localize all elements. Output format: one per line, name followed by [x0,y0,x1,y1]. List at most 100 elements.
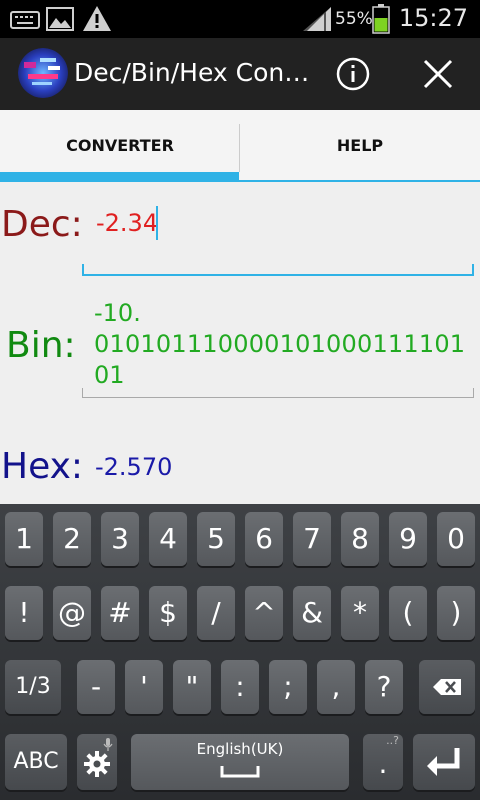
key-label: 8 [351,522,369,555]
close-button[interactable] [416,52,460,96]
key-period[interactable]: ..? . [363,734,403,790]
key-question[interactable]: ? [365,660,403,714]
settings-key[interactable] [77,734,117,790]
key-label: / [211,596,221,629]
bin-input[interactable]: -10. 0101011100001010001111​01 01 [82,294,474,400]
key-close-paren[interactable]: ) [437,586,475,640]
bin-label: Bin: [6,325,76,366]
key-ampersand[interactable]: & [293,586,331,640]
space-language-label: English(UK) [196,740,284,758]
key-label: 2 [63,522,81,555]
key-comma[interactable]: , [317,660,355,714]
gear-icon [84,751,110,777]
key-at[interactable]: @ [53,586,91,640]
dec-underline-left-tick [82,264,84,276]
key-label: 4 [159,522,177,555]
tab-selected-indicator [0,172,239,182]
key-label: ; [283,670,293,703]
key-label: ( [402,596,414,629]
enter-icon [427,748,460,776]
clock: 15:27 [398,4,468,32]
hex-label: Hex: [1,446,84,487]
key-label: 7 [303,522,321,555]
key-5[interactable]: 5 [197,512,235,566]
tab-help[interactable]: HELP [240,110,480,182]
key-semicolon[interactable]: ; [269,660,307,714]
key-abc[interactable]: ABC [5,734,67,790]
key-7[interactable]: 7 [293,512,331,566]
key-label: ABC [13,749,59,774]
key-exclamation[interactable]: ! [5,586,43,640]
key-colon[interactable]: : [221,660,259,714]
close-icon [423,59,453,89]
app-logo-icon[interactable] [18,48,68,98]
key-label: " [185,670,199,703]
key-label: , [331,670,341,703]
space-bar-icon [220,766,260,778]
key-symbols-page[interactable]: 1/3 [5,660,61,714]
key-label: $ [159,596,177,629]
bin-value-line-1: -10. [94,299,141,327]
image-icon [46,7,74,31]
dec-underline-right-tick [472,264,474,276]
key-3[interactable]: 3 [101,512,139,566]
info-button[interactable] [331,52,375,96]
text-cursor [156,206,158,240]
signal-icon [303,7,331,31]
key-label: ? [376,670,392,703]
key-label: - [90,670,102,703]
key-label: 5 [207,522,225,555]
enter-key[interactable] [413,734,475,790]
dec-underline [82,274,474,276]
key-label: 0 [447,522,465,555]
key-label: 1/3 [15,674,51,699]
key-label: ! [18,596,30,629]
dec-input[interactable]: -2.34 [82,196,474,278]
key-2[interactable]: 2 [53,512,91,566]
app-title: Dec/Bin/Hex Con… [74,58,310,87]
soft-keyboard: 1 2 3 4 5 6 7 8 9 0 ! @ # $ / ^ & * ( ) … [0,504,480,800]
key-caret[interactable]: ^ [245,586,283,640]
key-label: # [108,596,132,629]
screen: 55% 15:27 Dec/Bin/Hex Con… CONVERTER HEL… [0,0,480,800]
converter-panel: Dec: -2.34 Bin: -10. 0101011100001010001… [0,182,480,504]
bin-value-line-2: 0101011100001010001111​01 [94,330,466,358]
key-9[interactable]: 9 [389,512,427,566]
backspace-key[interactable] [419,660,475,714]
key-4[interactable]: 4 [149,512,187,566]
key-label: ) [450,596,462,629]
key-slash[interactable]: / [197,586,235,640]
key-dash[interactable]: - [77,660,115,714]
bin-underline [82,397,474,398]
keyboard-icon [10,11,40,29]
key-label: 1 [15,522,33,555]
key-quote[interactable]: " [173,660,211,714]
key-label: ^ [252,596,276,629]
key-dollar[interactable]: $ [149,586,187,640]
key-apostrophe[interactable]: ' [125,660,163,714]
key-label: ' [140,670,148,703]
key-8[interactable]: 8 [341,512,379,566]
bin-underline-left-tick [82,388,83,398]
status-bar: 55% 15:27 [0,0,480,38]
space-key[interactable]: English(UK) [131,734,349,790]
key-label: @ [58,596,86,629]
dec-value: -2.34 [96,209,159,237]
key-label: 6 [255,522,273,555]
key-hash[interactable]: # [101,586,139,640]
backspace-icon [433,679,461,695]
key-label: 3 [111,522,129,555]
key-6[interactable]: 6 [245,512,283,566]
dec-label: Dec: [1,204,83,245]
key-label: * [353,596,367,629]
key-asterisk[interactable]: * [341,586,379,640]
key-open-paren[interactable]: ( [389,586,427,640]
warning-icon [83,6,111,31]
key-label: : [235,670,245,703]
key-1[interactable]: 1 [5,512,43,566]
bin-value-line-3: 01 [94,361,125,389]
info-icon [336,57,370,91]
bin-underline-right-tick [473,388,474,398]
key-0[interactable]: 0 [437,512,475,566]
battery-percent: 55% [335,9,373,29]
